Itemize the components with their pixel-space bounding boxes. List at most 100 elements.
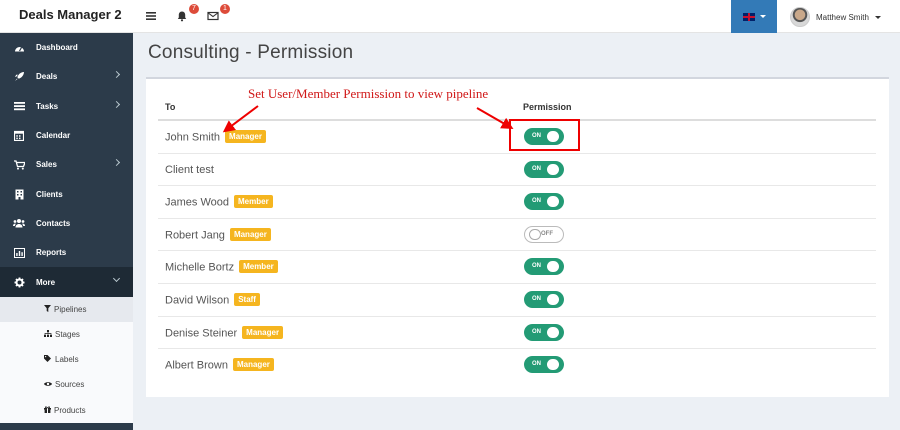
sidebar-item-label: Tasks bbox=[36, 101, 59, 111]
permission-toggle[interactable]: ON bbox=[524, 356, 564, 374]
sidebar-item-label: Deals bbox=[36, 72, 58, 82]
role-badge: Member bbox=[234, 195, 273, 209]
toggle-state-label: ON bbox=[532, 328, 541, 335]
chevron-down-icon bbox=[112, 275, 121, 283]
table-row: Albert Brown Manager ON bbox=[158, 349, 876, 382]
chevron-right-icon bbox=[112, 159, 121, 167]
user-name: Robert Jang bbox=[165, 229, 225, 242]
role-badge: Staff bbox=[234, 293, 260, 306]
user-name: Denise Steiner bbox=[165, 327, 238, 339]
toggle-state-label: ON bbox=[532, 198, 541, 205]
submenu-item-label: Sources bbox=[55, 380, 85, 390]
dashboard-icon bbox=[12, 43, 26, 53]
sidebar-item-label: Contacts bbox=[36, 218, 71, 228]
toggle-knob bbox=[547, 163, 559, 175]
role-badge: Manager bbox=[225, 130, 266, 143]
caret-down-icon bbox=[759, 15, 766, 18]
sidebar-item-more[interactable]: More bbox=[0, 267, 133, 297]
submenu-item-products[interactable]: Products bbox=[0, 397, 133, 422]
submenu-item-labels[interactable]: Labels bbox=[0, 347, 133, 372]
bell-icon[interactable]: 7 bbox=[176, 4, 199, 25]
language-selector[interactable] bbox=[731, 0, 777, 33]
submenu-item-label: Stages bbox=[55, 329, 80, 339]
toggle-knob bbox=[529, 228, 541, 240]
tags-icon bbox=[44, 355, 52, 364]
sidebar-item-label: Dashboard bbox=[36, 43, 78, 53]
column-header-to: To bbox=[165, 102, 176, 112]
avatar bbox=[790, 7, 810, 27]
app-title[interactable]: Deals Manager 2 bbox=[0, 0, 133, 33]
gift-icon bbox=[44, 405, 51, 415]
column-header-permission: Permission bbox=[523, 102, 572, 112]
table-row: Robert Jang Manager OFF bbox=[158, 219, 876, 252]
hamburger-icon[interactable] bbox=[145, 9, 161, 25]
submenu-item-label: Labels bbox=[55, 355, 79, 365]
sidebar-item-contacts[interactable]: Contacts bbox=[0, 209, 133, 238]
table-row: James Wood Member ON bbox=[158, 186, 876, 219]
page-title: Consulting - Permission bbox=[148, 42, 354, 63]
sidebar-item-reports[interactable]: Reports bbox=[0, 238, 133, 267]
sidebar-item-clients[interactable]: Clients bbox=[0, 179, 133, 208]
notifications-badge: 7 bbox=[189, 4, 199, 14]
submenu-item-label: Pipelines bbox=[54, 304, 87, 314]
sidebar-item-label: More bbox=[36, 277, 56, 287]
permission-toggle[interactable]: ON bbox=[524, 160, 564, 178]
table-row: Client test ON bbox=[158, 154, 876, 187]
toggle-knob bbox=[547, 294, 559, 305]
user-name: James Wood bbox=[165, 196, 229, 209]
user-name: John Smith bbox=[165, 131, 221, 144]
permission-toggle[interactable]: ON bbox=[524, 258, 564, 276]
users-icon bbox=[12, 218, 26, 228]
sidebar-item-calendar[interactable]: Calendar bbox=[0, 121, 133, 150]
annotation-text: Set User/Member Permission to view pipel… bbox=[248, 86, 489, 101]
top-navbar: Deals Manager 2 7 1 Matthew Smith bbox=[0, 0, 900, 33]
toggle-knob bbox=[547, 359, 559, 371]
user-name-cell: John Smith Manager bbox=[165, 130, 266, 144]
submenu-item-sources[interactable]: Sources bbox=[0, 372, 133, 397]
submenu-item-label: Products bbox=[54, 405, 86, 415]
role-badge: Manager bbox=[229, 227, 271, 241]
sidebar-item-tasks[interactable]: Tasks bbox=[0, 92, 133, 121]
sidebar-item-label: Clients bbox=[36, 189, 63, 199]
user-name: David Wilson bbox=[165, 294, 230, 307]
toggle-state-label: ON bbox=[532, 296, 541, 302]
toggle-knob bbox=[547, 326, 559, 338]
toggle-state-label: ON bbox=[532, 361, 541, 368]
user-name-cell: James Wood Member bbox=[165, 195, 273, 209]
sidebar-item-sales[interactable]: Sales bbox=[0, 150, 133, 179]
sidebar-item-label: Sales bbox=[36, 160, 57, 170]
toggle-knob bbox=[547, 261, 559, 273]
chevron-right-icon bbox=[112, 71, 121, 79]
user-menu[interactable]: Matthew Smith bbox=[790, 7, 881, 27]
sidebar-item-dashboard[interactable]: Dashboard bbox=[0, 33, 133, 62]
cog-icon bbox=[12, 277, 26, 288]
user-name-cell: Albert Brown Manager bbox=[165, 358, 274, 372]
permission-toggle[interactable]: OFF bbox=[524, 225, 564, 243]
permission-toggle[interactable]: ON bbox=[524, 193, 564, 211]
submenu-item-pipelines[interactable]: Pipelines bbox=[0, 296, 133, 322]
sidebar-item-deals[interactable]: Deals bbox=[0, 62, 133, 91]
user-name: Client test bbox=[165, 163, 214, 176]
chart-icon bbox=[12, 247, 26, 258]
user-name: Albert Brown bbox=[165, 359, 228, 372]
permission-toggle[interactable]: ON bbox=[524, 323, 564, 341]
sidebar: Dashboard Deals Tasks Calendar Sales Cli… bbox=[0, 33, 133, 430]
calendar-icon bbox=[12, 130, 26, 142]
eye-icon bbox=[44, 381, 52, 389]
rocket-icon bbox=[12, 71, 26, 82]
permission-toggle[interactable]: ON bbox=[524, 291, 564, 308]
chevron-right-icon bbox=[112, 100, 121, 108]
toggle-state-label: ON bbox=[532, 263, 541, 270]
user-name: Michelle Bortz bbox=[165, 261, 235, 274]
sitemap-icon bbox=[44, 329, 52, 339]
submenu-item-stages[interactable]: Stages bbox=[0, 322, 133, 347]
messages-badge: 1 bbox=[220, 4, 230, 14]
building-icon bbox=[12, 189, 26, 200]
cart-icon bbox=[12, 160, 26, 170]
uk-flag-icon bbox=[742, 12, 755, 21]
table-row: Denise Steiner Manager ON bbox=[158, 317, 876, 350]
user-name-cell: Michelle Bortz Member bbox=[165, 260, 278, 274]
user-name: Matthew Smith bbox=[816, 12, 869, 22]
envelope-icon[interactable]: 1 bbox=[207, 4, 230, 25]
table-row: David Wilson Staff ON bbox=[158, 284, 876, 317]
